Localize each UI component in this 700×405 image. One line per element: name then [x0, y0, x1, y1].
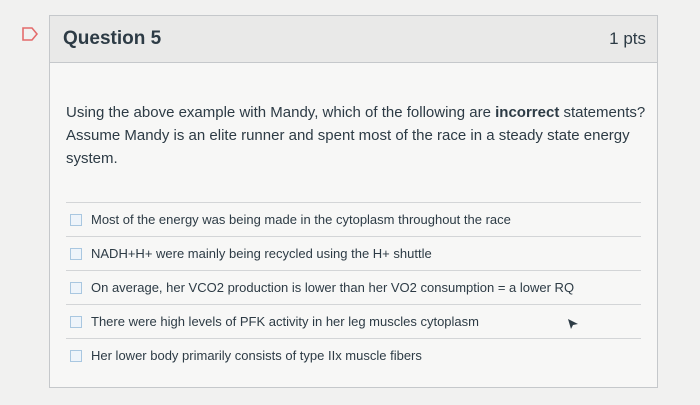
answer-label: NADH+H+ were mainly being recycled using…	[91, 246, 432, 261]
answer-option[interactable]: There were high levels of PFK activity i…	[66, 304, 641, 338]
question-title: Question 5	[63, 28, 162, 49]
question-text-bold: incorrect	[495, 104, 560, 121]
flag-icon[interactable]	[22, 27, 38, 41]
answer-list: Most of the energy was being made in the…	[66, 202, 641, 372]
answer-option[interactable]: Most of the energy was being made in the…	[66, 202, 641, 236]
answer-checkbox[interactable]	[70, 349, 82, 362]
answer-checkbox[interactable]	[70, 247, 82, 260]
answer-checkbox[interactable]	[70, 213, 82, 226]
mouse-pointer-icon	[568, 319, 578, 329]
answer-option[interactable]: On average, her VCO2 production is lower…	[66, 270, 641, 304]
answer-checkbox[interactable]	[70, 315, 82, 328]
answer-label: On average, her VCO2 production is lower…	[91, 280, 575, 295]
answer-option[interactable]: Her lower body primarily consists of typ…	[66, 338, 641, 372]
question-header: Question 5 1 pts	[50, 16, 657, 63]
question-points: 1 pts	[609, 29, 646, 48]
question-text-part1: Using the above example with Mandy, whic…	[66, 104, 496, 121]
answer-label: There were high levels of PFK activity i…	[91, 314, 479, 329]
answer-option[interactable]: NADH+H+ were mainly being recycled using…	[66, 236, 641, 270]
question-text: Using the above example with Mandy, whic…	[66, 101, 646, 170]
answer-label: Her lower body primarily consists of typ…	[91, 348, 422, 363]
answer-checkbox[interactable]	[70, 281, 82, 294]
answer-label: Most of the energy was being made in the…	[91, 212, 511, 227]
